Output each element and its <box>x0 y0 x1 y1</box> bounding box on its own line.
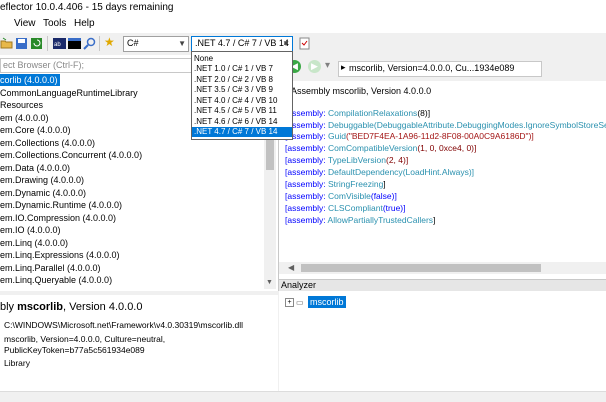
menu-tools[interactable]: Tools <box>43 18 66 29</box>
code-line: [assembly: Guid("BED7F4EA-1A96-11d2-8F08… <box>285 131 534 141</box>
window-title: eflector 10.0.4.406 - 15 days remaining <box>0 2 174 13</box>
code-line: [assembly: AllowPartiallyTrustedCallers] <box>285 215 436 225</box>
framework-value: .NET 4.7 / C# 7 / VB 14 <box>195 38 289 48</box>
framework-combo[interactable]: .NET 4.7 / C# 7 / VB 14 ▼ <box>191 36 293 52</box>
menu-help[interactable]: Help <box>74 18 95 29</box>
forward-arrow-icon[interactable]: ▶ <box>308 60 321 73</box>
framework-dropdown-list: None .NET 1.0 / C# 1 / VB 7 .NET 2.0 / C… <box>191 51 293 140</box>
code-line: [assembly: StringFreezing] <box>285 179 386 189</box>
info-heading: bly mscorlib, Version 4.0.0.0 <box>0 301 143 313</box>
info-type: Library <box>4 358 30 368</box>
refresh-icon[interactable] <box>30 37 43 50</box>
info-name-line1: mscorlib, Version=4.0.0.0, Culture=neutr… <box>4 334 166 344</box>
tree-item[interactable]: em.Collections.Concurrent (4.0.0.0) <box>0 149 142 161</box>
tree-item[interactable]: em.Drawing (4.0.0.0) <box>0 174 84 186</box>
code-line: [assembly: CompilationRelaxations(8)] <box>285 108 431 118</box>
code-line: [assembly: CLSCompliant(true)] <box>285 203 406 213</box>
analyzer-node[interactable]: mscorlib <box>308 296 346 308</box>
analyzer-panel: + ▭ mscorlib <box>279 291 606 391</box>
code-line: [assembly: ComVisible(false)] <box>285 191 397 201</box>
title-bar: eflector 10.0.4.406 - 15 days remaining <box>0 0 606 16</box>
assembly-info-panel: bly mscorlib, Version 4.0.0.0 C:\WINDOWS… <box>0 295 278 391</box>
assembly-icon: ▭ <box>296 298 304 307</box>
tree-item[interactable]: em.Dynamic.Runtime (4.0.0.0) <box>0 199 122 211</box>
tree-item[interactable]: CommonLanguageRuntimeLibrary <box>0 87 138 99</box>
framework-option[interactable]: .NET 3.5 / C# 3 / VB 9 <box>192 85 292 95</box>
toolbar-separator <box>99 36 100 51</box>
info-name-line2: PublicKeyToken=b77a5c561934e089 <box>4 345 145 355</box>
code-line: [assembly: TypeLibVersion(2, 4)] <box>285 155 409 165</box>
code-view[interactable]: Assembly mscorlib, Version 4.0.0.0 [asse… <box>279 81 606 262</box>
code-header: Assembly mscorlib, Version 4.0.0.0 <box>291 86 432 96</box>
analyzer-title: Analyzer <box>281 280 317 290</box>
framework-option[interactable]: .NET 1.0 / C# 1 / VB 7 <box>192 64 292 74</box>
scrollbar-thumb[interactable] <box>301 264 541 272</box>
framework-option[interactable]: .NET 4.0 / C# 4 / VB 10 <box>192 96 292 106</box>
checklist-icon[interactable] <box>298 37 311 50</box>
menu-view[interactable]: View <box>14 18 36 29</box>
tree-item[interactable]: em.Core (4.0.0.0) <box>0 124 71 136</box>
chevron-down-icon: ▼ <box>178 39 186 48</box>
framework-option[interactable]: .NET 4.6 / C# 6 / VB 14 <box>192 117 292 127</box>
info-assembly-name: mscorlib <box>17 301 63 313</box>
console-icon[interactable] <box>68 37 81 50</box>
tree-item[interactable]: em.Dynamic (4.0.0.0) <box>0 187 86 199</box>
tree-item[interactable]: em.Linq.Expressions (4.0.0.0) <box>0 249 120 261</box>
search-placeholder: ect Browser (Ctrl-F); <box>3 60 84 70</box>
language-value: C# <box>127 38 139 48</box>
menu-bar: View Tools Help <box>0 16 606 33</box>
code-horizontal-scrollbar[interactable]: ◀ <box>279 262 606 274</box>
toolbar: ab ★ C# ▼ .NET 4.7 / C# 7 / VB 14 ▼ <box>0 33 606 56</box>
save-icon[interactable] <box>15 37 28 50</box>
info-path: C:\WINDOWS\Microsoft.net\Framework\v4.0.… <box>4 320 244 330</box>
tree-item[interactable]: em.Linq (4.0.0.0) <box>0 237 68 249</box>
chevron-down-icon: ▼ <box>282 39 290 48</box>
tree-item[interactable]: em.IO (4.0.0.0) <box>0 224 61 236</box>
address-box[interactable]: mscorlib, Version=4.0.0.0, Cu...1934e089… <box>338 61 542 77</box>
tree-item[interactable]: em (4.0.0.0) <box>0 112 49 124</box>
code-pane: ◀ ▶ ▾ mscorlib, Version=4.0.0.0, Cu...19… <box>279 55 606 391</box>
status-bar <box>0 391 606 402</box>
tree-item[interactable]: em.IO.Compression (4.0.0.0) <box>0 212 116 224</box>
scroll-down-icon[interactable]: ▼ <box>266 279 273 286</box>
tree-item-selected[interactable]: corlib (4.0.0.0) <box>0 74 60 86</box>
code-line: [assembly: Debuggable(DebuggableAttribut… <box>285 120 606 130</box>
navigation-bar: ◀ ▶ ▾ mscorlib, Version=4.0.0.0, Cu...19… <box>279 55 606 81</box>
tree-item[interactable]: em.Collections (4.0.0.0) <box>0 137 95 149</box>
toolbar-separator <box>47 36 48 51</box>
expand-icon[interactable]: + <box>285 298 294 307</box>
svg-text:ab: ab <box>54 42 61 48</box>
framework-option[interactable]: .NET 4.5 / C# 5 / VB 11 <box>192 106 292 116</box>
tree-item[interactable]: em.Linq.Queryable (4.0.0.0) <box>0 274 112 286</box>
framework-option[interactable]: .NET 2.0 / C# 2 / VB 8 <box>192 75 292 85</box>
open-folder-icon[interactable] <box>0 37 13 50</box>
tree-item[interactable]: em.Data (4.0.0.0) <box>0 162 70 174</box>
search-icon[interactable] <box>83 37 96 50</box>
tree-arrow-icon: ▸ <box>341 62 346 72</box>
code-line: [assembly: ComCompatibleVersion(1, 0, 0x… <box>285 143 477 153</box>
framework-option[interactable]: None <box>192 54 292 64</box>
address-text: mscorlib, Version=4.0.0.0, Cu...1934e089 <box>349 63 515 73</box>
tree-item[interactable]: Resources <box>0 99 43 111</box>
disassemble-icon[interactable]: ab <box>53 37 66 50</box>
framework-option-selected[interactable]: .NET 4.7 / C# 7 / VB 14 <box>192 127 292 137</box>
star-icon[interactable]: ★ <box>104 35 117 49</box>
scroll-left-icon[interactable]: ◀ <box>288 263 294 272</box>
language-combo[interactable]: C# ▼ <box>123 36 189 52</box>
code-line: [assembly: DefaultDependency(LoadHint.Al… <box>285 167 475 177</box>
tree-item[interactable]: em.Linq.Parallel (4.0.0.0) <box>0 262 101 274</box>
dropdown-arrow-icon[interactable]: ▾ <box>325 60 330 71</box>
